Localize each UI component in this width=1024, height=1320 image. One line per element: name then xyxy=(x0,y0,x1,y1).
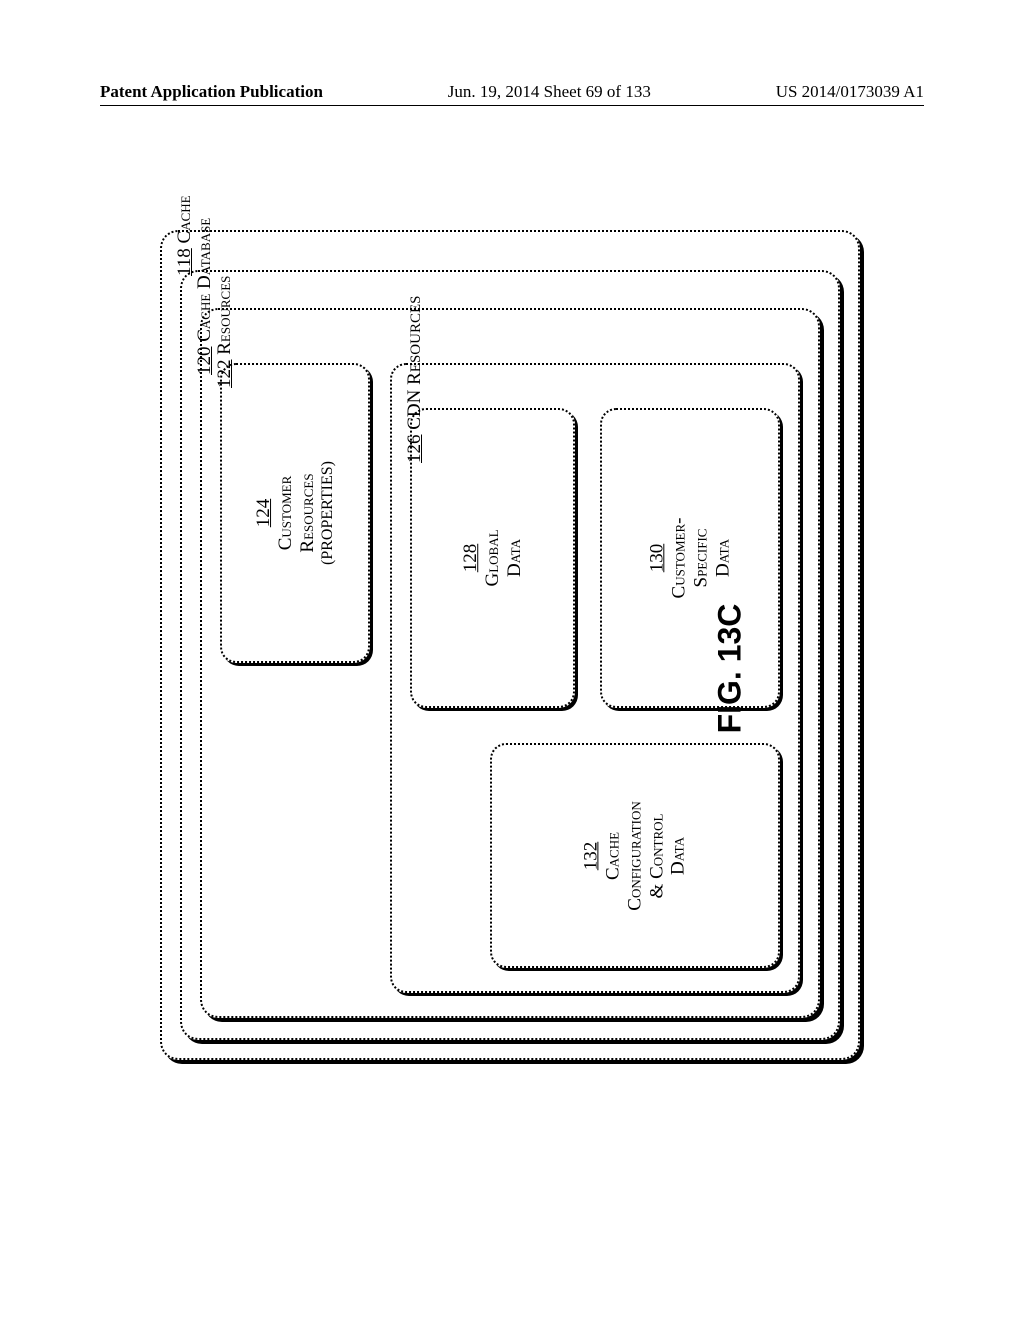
l130-3: Data xyxy=(712,518,734,599)
ref-130: 130 xyxy=(646,544,667,573)
ref-132: 132 xyxy=(580,841,601,870)
header-center: Jun. 19, 2014 Sheet 69 of 133 xyxy=(448,82,651,102)
label-118: 118 Cache xyxy=(174,195,196,276)
l132-1: Cache xyxy=(602,801,624,910)
box-132-cache-config: 132 Cache Configuration & Control Data xyxy=(490,743,780,968)
box-124-customer-resources: 124 Customer Resources (properties) xyxy=(220,363,370,663)
box-128-global-data: 128 Global Data xyxy=(410,408,575,708)
label-132: 132 Cache Configuration & Control Data xyxy=(580,801,689,910)
l128-2: Data xyxy=(503,529,525,586)
header-left: Patent Application Publication xyxy=(100,82,323,102)
l132-3: & Control xyxy=(646,801,668,910)
l124-2: Resources xyxy=(297,461,319,565)
box-118-cache: 118 Cache 120 Cache Database 122 Resourc… xyxy=(160,230,860,1060)
ref-124: 124 xyxy=(253,499,274,528)
label-128: 128 Global Data xyxy=(460,529,526,586)
label-130: 130 Customer- Specific Data xyxy=(646,518,733,599)
diagram: 118 Cache 120 Cache Database 122 Resourc… xyxy=(160,230,860,1060)
l130-2: Specific xyxy=(690,518,712,599)
l128-1: Global xyxy=(482,529,504,586)
ref-128: 128 xyxy=(460,544,481,573)
l132-2: Configuration xyxy=(624,801,646,910)
l124-1: Customer xyxy=(275,461,297,565)
box-130-customer-specific: 130 Customer- Specific Data xyxy=(600,408,780,708)
l124-3: (properties) xyxy=(319,461,337,565)
label-124: 124 Customer Resources (properties) xyxy=(253,461,337,565)
figure-caption-text: FIG. 13C xyxy=(712,604,748,734)
figure-caption: FIG. 13C xyxy=(712,604,749,734)
header-right: US 2014/0173039 A1 xyxy=(776,82,924,102)
name-118: Cache xyxy=(174,195,195,243)
name-122: Resources xyxy=(214,276,235,355)
l130-1: Customer- xyxy=(668,518,690,599)
l132-4: Data xyxy=(668,801,690,910)
page-header: Patent Application Publication Jun. 19, … xyxy=(100,82,924,106)
